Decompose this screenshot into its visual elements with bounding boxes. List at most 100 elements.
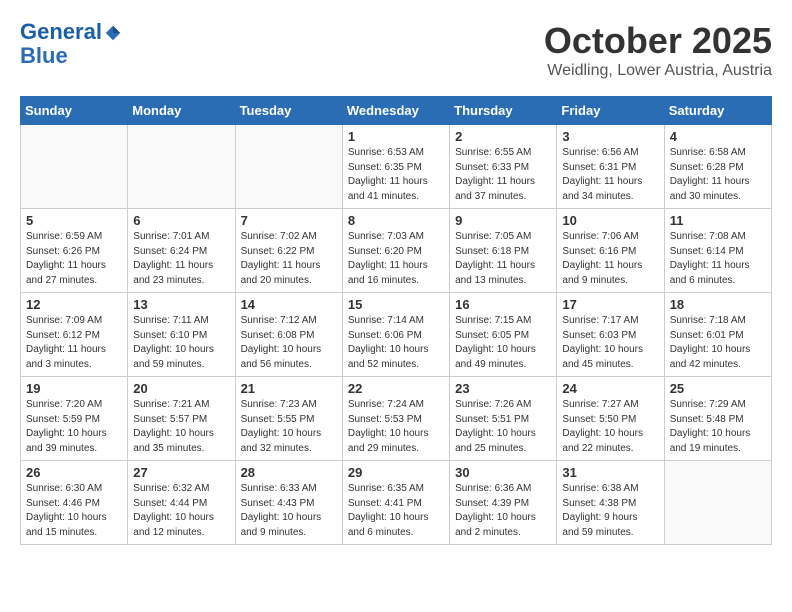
weekday-header-sunday: Sunday	[21, 97, 128, 125]
day-info: Sunrise: 7:06 AM Sunset: 6:16 PM Dayligh…	[562, 230, 658, 288]
calendar-cell: 30 Sunrise: 6:36 AM Sunset: 4:39 PM Dayli…	[450, 461, 557, 545]
day-info: Sunrise: 6:58 AM Sunset: 6:28 PM Dayligh…	[670, 146, 766, 204]
day-number: 15	[348, 297, 444, 312]
calendar-cell: 8 Sunrise: 7:03 AM Sunset: 6:20 PM Daylig…	[342, 209, 449, 293]
day-info: Sunrise: 6:32 AM Sunset: 4:44 PM Dayligh…	[133, 482, 229, 540]
day-number: 17	[562, 297, 658, 312]
day-number: 5	[26, 213, 122, 228]
day-number: 13	[133, 297, 229, 312]
logo: General Blue	[20, 20, 122, 68]
calendar-cell: 26 Sunrise: 6:30 AM Sunset: 4:46 PM Dayli…	[21, 461, 128, 545]
calendar-cell: 4 Sunrise: 6:58 AM Sunset: 6:28 PM Daylig…	[664, 125, 771, 209]
day-info: Sunrise: 6:55 AM Sunset: 6:33 PM Dayligh…	[455, 146, 551, 204]
day-number: 16	[455, 297, 551, 312]
calendar-cell: 16Sunrise: 7:15 AM Sunset: 6:05 PM Dayli…	[450, 293, 557, 377]
day-number: 18	[670, 297, 766, 312]
calendar-cell	[664, 461, 771, 545]
day-number: 29	[348, 465, 444, 480]
day-number: 21	[241, 381, 337, 396]
calendar-cell: 9 Sunrise: 7:05 AM Sunset: 6:18 PM Daylig…	[450, 209, 557, 293]
day-info: Sunrise: 7:02 AM Sunset: 6:22 PM Dayligh…	[241, 230, 337, 288]
day-number: 8	[348, 213, 444, 228]
day-number: 14	[241, 297, 337, 312]
weekday-header-row: SundayMondayTuesdayWednesdayThursdayFrid…	[21, 97, 772, 125]
location: Weidling, Lower Austria, Austria	[544, 62, 772, 80]
day-number: 31	[562, 465, 658, 480]
calendar-cell: 7 Sunrise: 7:02 AM Sunset: 6:22 PM Daylig…	[235, 209, 342, 293]
day-info: Sunrise: 7:24 AM Sunset: 5:53 PM Dayligh…	[348, 398, 444, 456]
logo-text-blue: Blue	[20, 44, 122, 68]
logo-text: General	[20, 20, 102, 44]
day-info: Sunrise: 7:01 AM Sunset: 6:24 PM Dayligh…	[133, 230, 229, 288]
calendar-cell	[128, 125, 235, 209]
day-number: 11	[670, 213, 766, 228]
day-number: 25	[670, 381, 766, 396]
title-block: October 2025 Weidling, Lower Austria, Au…	[544, 20, 772, 80]
calendar-cell	[21, 125, 128, 209]
calendar-cell: 29 Sunrise: 6:35 AM Sunset: 4:41 PM Dayli…	[342, 461, 449, 545]
calendar-cell: 24 Sunrise: 7:27 AM Sunset: 5:50 PM Dayli…	[557, 377, 664, 461]
weekday-header-tuesday: Tuesday	[235, 97, 342, 125]
day-number: 27	[133, 465, 229, 480]
calendar-cell: 1 Sunrise: 6:53 AM Sunset: 6:35 PM Daylig…	[342, 125, 449, 209]
calendar-cell: 27 Sunrise: 6:32 AM Sunset: 4:44 PM Dayli…	[128, 461, 235, 545]
day-number: 20	[133, 381, 229, 396]
day-info: Sunrise: 6:30 AM Sunset: 4:46 PM Dayligh…	[26, 482, 122, 540]
day-number: 22	[348, 381, 444, 396]
calendar-cell: 5 Sunrise: 6:59 AM Sunset: 6:26 PM Daylig…	[21, 209, 128, 293]
day-number: 6	[133, 213, 229, 228]
calendar-cell: 13Sunrise: 7:11 AM Sunset: 6:10 PM Dayli…	[128, 293, 235, 377]
calendar-cell	[235, 125, 342, 209]
calendar-cell: 23 Sunrise: 7:26 AM Sunset: 5:51 PM Dayli…	[450, 377, 557, 461]
day-info: Sunrise: 6:59 AM Sunset: 6:26 PM Dayligh…	[26, 230, 122, 288]
day-info: Sunrise: 7:12 AM Sunset: 6:08 PM Dayligh…	[241, 314, 337, 372]
calendar-cell: 28 Sunrise: 6:33 AM Sunset: 4:43 PM Dayli…	[235, 461, 342, 545]
day-number: 26	[26, 465, 122, 480]
day-number: 23	[455, 381, 551, 396]
day-info: Sunrise: 6:38 AM Sunset: 4:38 PM Dayligh…	[562, 482, 658, 540]
calendar-cell: 3 Sunrise: 6:56 AM Sunset: 6:31 PM Daylig…	[557, 125, 664, 209]
day-info: Sunrise: 6:53 AM Sunset: 6:35 PM Dayligh…	[348, 146, 444, 204]
day-number: 1	[348, 129, 444, 144]
calendar-cell: 12Sunrise: 7:09 AM Sunset: 6:12 PM Dayli…	[21, 293, 128, 377]
day-number: 12	[26, 297, 122, 312]
day-number: 3	[562, 129, 658, 144]
calendar-cell: 22 Sunrise: 7:24 AM Sunset: 5:53 PM Dayli…	[342, 377, 449, 461]
day-number: 9	[455, 213, 551, 228]
day-info: Sunrise: 6:35 AM Sunset: 4:41 PM Dayligh…	[348, 482, 444, 540]
day-info: Sunrise: 7:27 AM Sunset: 5:50 PM Dayligh…	[562, 398, 658, 456]
day-info: Sunrise: 7:17 AM Sunset: 6:03 PM Dayligh…	[562, 314, 658, 372]
calendar-cell: 20 Sunrise: 7:21 AM Sunset: 5:57 PM Dayli…	[128, 377, 235, 461]
logo-icon	[104, 24, 122, 42]
calendar-cell: 10Sunrise: 7:06 AM Sunset: 6:16 PM Dayli…	[557, 209, 664, 293]
day-number: 30	[455, 465, 551, 480]
day-info: Sunrise: 7:26 AM Sunset: 5:51 PM Dayligh…	[455, 398, 551, 456]
calendar-week-5: 26 Sunrise: 6:30 AM Sunset: 4:46 PM Dayli…	[21, 461, 772, 545]
calendar-week-3: 12Sunrise: 7:09 AM Sunset: 6:12 PM Dayli…	[21, 293, 772, 377]
calendar-cell: 6 Sunrise: 7:01 AM Sunset: 6:24 PM Daylig…	[128, 209, 235, 293]
day-info: Sunrise: 7:21 AM Sunset: 5:57 PM Dayligh…	[133, 398, 229, 456]
day-number: 2	[455, 129, 551, 144]
weekday-header-monday: Monday	[128, 97, 235, 125]
day-info: Sunrise: 7:18 AM Sunset: 6:01 PM Dayligh…	[670, 314, 766, 372]
calendar-week-4: 19Sunrise: 7:20 AM Sunset: 5:59 PM Dayli…	[21, 377, 772, 461]
day-info: Sunrise: 7:08 AM Sunset: 6:14 PM Dayligh…	[670, 230, 766, 288]
weekday-header-thursday: Thursday	[450, 97, 557, 125]
weekday-header-wednesday: Wednesday	[342, 97, 449, 125]
calendar-cell: 18 Sunrise: 7:18 AM Sunset: 6:01 PM Dayli…	[664, 293, 771, 377]
day-number: 4	[670, 129, 766, 144]
day-number: 7	[241, 213, 337, 228]
page-header: General Blue October 2025 Weidling, Lowe…	[20, 20, 772, 80]
day-info: Sunrise: 7:05 AM Sunset: 6:18 PM Dayligh…	[455, 230, 551, 288]
calendar-cell: 2 Sunrise: 6:55 AM Sunset: 6:33 PM Daylig…	[450, 125, 557, 209]
day-info: Sunrise: 7:03 AM Sunset: 6:20 PM Dayligh…	[348, 230, 444, 288]
day-number: 24	[562, 381, 658, 396]
day-info: Sunrise: 6:56 AM Sunset: 6:31 PM Dayligh…	[562, 146, 658, 204]
calendar-cell: 17 Sunrise: 7:17 AM Sunset: 6:03 PM Dayli…	[557, 293, 664, 377]
day-info: Sunrise: 6:36 AM Sunset: 4:39 PM Dayligh…	[455, 482, 551, 540]
calendar-week-1: 1 Sunrise: 6:53 AM Sunset: 6:35 PM Daylig…	[21, 125, 772, 209]
calendar-cell: 11 Sunrise: 7:08 AM Sunset: 6:14 PM Dayli…	[664, 209, 771, 293]
day-number: 28	[241, 465, 337, 480]
calendar-cell: 14 Sunrise: 7:12 AM Sunset: 6:08 PM Dayli…	[235, 293, 342, 377]
day-info: Sunrise: 6:33 AM Sunset: 4:43 PM Dayligh…	[241, 482, 337, 540]
